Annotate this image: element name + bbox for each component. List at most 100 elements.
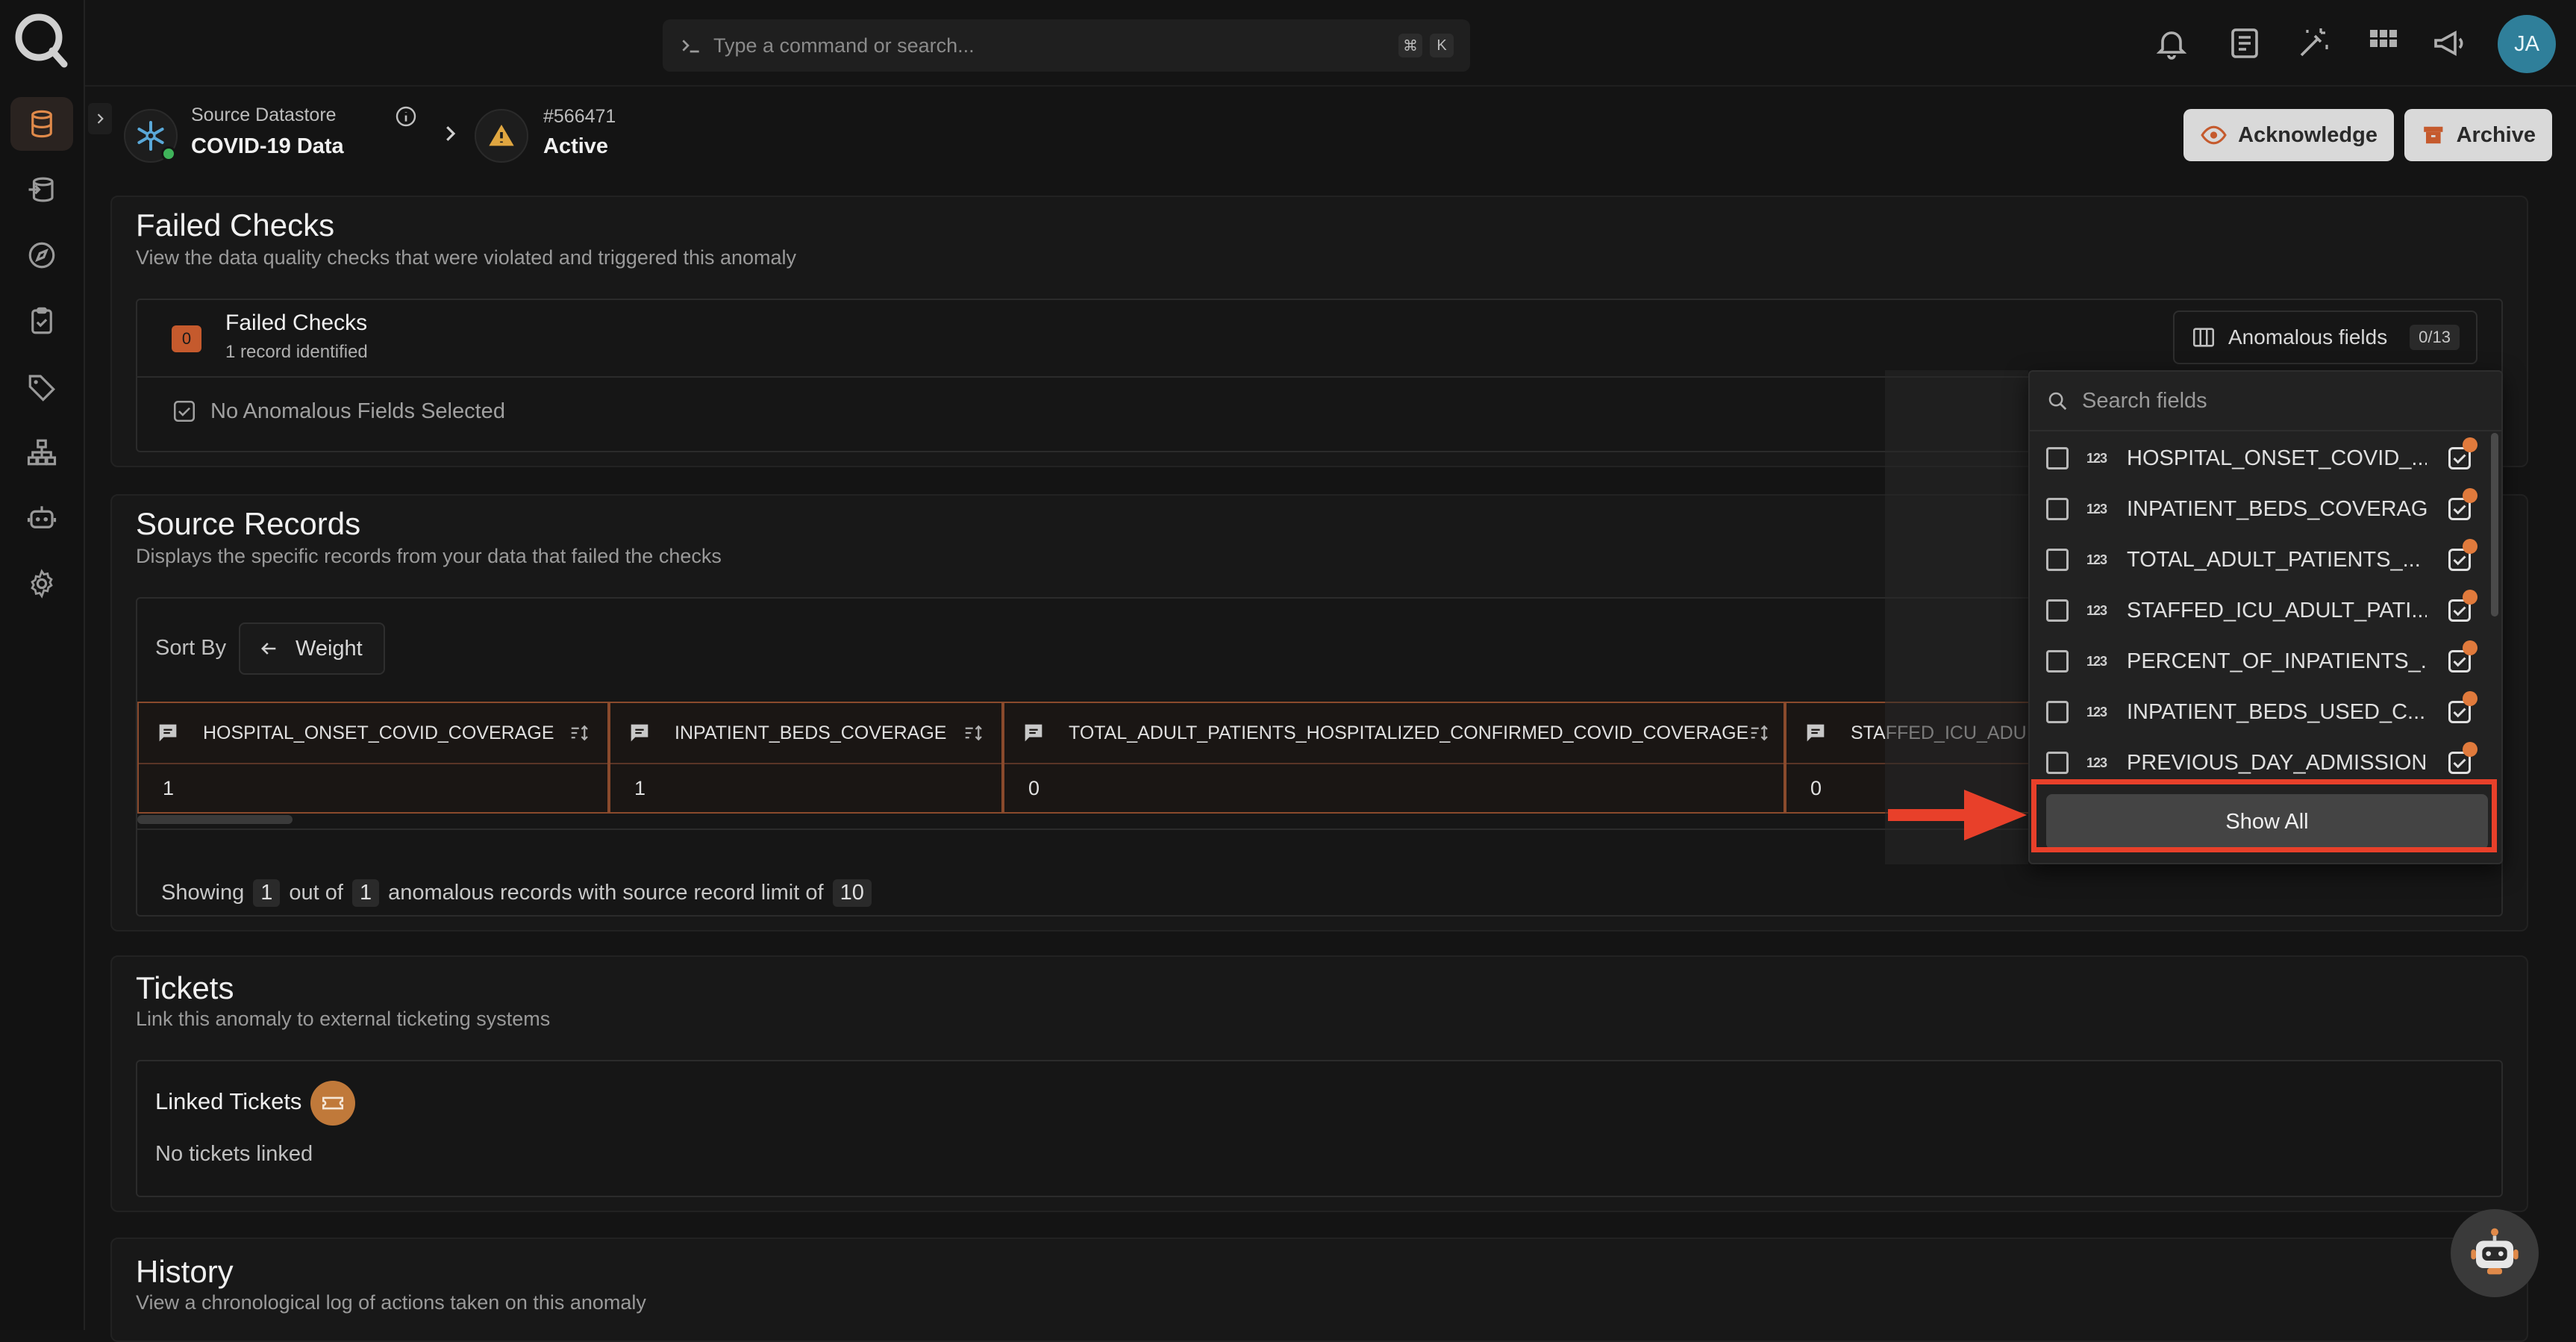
numeric-type-icon: 123 bbox=[2086, 653, 2107, 669]
summary-limit-chip: 10 bbox=[832, 879, 872, 907]
anomalous-fields-count: 0/13 bbox=[2410, 325, 2460, 350]
assistant-bot-button[interactable] bbox=[2451, 1209, 2539, 1297]
columns-icon bbox=[2192, 328, 2215, 347]
column-header[interactable]: INPATIENT_BEDS_COVERAGE bbox=[610, 703, 1001, 764]
failed-checks-box-title: Failed Checks bbox=[225, 310, 368, 335]
field-option[interactable]: 123 INPATIENT_BEDS_USED_C... bbox=[2030, 687, 2489, 737]
failed-check-icon bbox=[2446, 488, 2477, 522]
nav-flows-icon[interactable] bbox=[10, 425, 73, 479]
archive-icon bbox=[2424, 126, 2443, 144]
failed-check-icon bbox=[2446, 742, 2477, 776]
failed-check-icon bbox=[2446, 691, 2477, 725]
nav-explore-icon[interactable] bbox=[10, 228, 73, 282]
app-logo-icon[interactable] bbox=[10, 9, 70, 69]
table-column: TOTAL_ADULT_PATIENTS_HOSPITALIZED_CONFIR… bbox=[1003, 702, 1785, 814]
search-fields-placeholder: Search fields bbox=[2082, 388, 2207, 413]
anomaly-id: #566471 bbox=[543, 106, 616, 127]
acknowledge-button[interactable]: Acknowledge bbox=[2183, 109, 2394, 161]
field-name: HOSPITAL_ONSET_COVID_... bbox=[2127, 446, 2427, 470]
left-navigation bbox=[0, 0, 85, 1330]
field-name: PREVIOUS_DAY_ADMISSION... bbox=[2127, 750, 2427, 775]
field-checkbox[interactable] bbox=[2046, 549, 2069, 571]
failed-check-icon bbox=[2446, 590, 2477, 624]
failed-check-icon bbox=[2446, 640, 2477, 675]
failed-check-icon bbox=[2446, 539, 2477, 573]
column-header[interactable]: TOTAL_ADULT_PATIENTS_HOSPITALIZED_CONFIR… bbox=[1004, 703, 1783, 764]
sort-toggle-icon[interactable] bbox=[963, 722, 985, 744]
nav-datastores-icon[interactable] bbox=[10, 97, 73, 151]
checkbox-checked-icon bbox=[173, 400, 196, 422]
records-summary: Showing 1 out of 1 anomalous records wit… bbox=[161, 879, 872, 907]
ticket-icon[interactable] bbox=[310, 1081, 355, 1126]
magic-wand-icon[interactable] bbox=[2295, 25, 2331, 61]
connection-status-dot bbox=[161, 146, 176, 161]
section-title: Tickets bbox=[136, 970, 234, 1005]
expand-sidebar-chevron-icon[interactable] bbox=[88, 103, 112, 134]
datastore-label: Source Datastore bbox=[191, 104, 337, 125]
field-checkbox[interactable] bbox=[2046, 752, 2069, 774]
field-checkbox[interactable] bbox=[2046, 498, 2069, 520]
acknowledge-label: Acknowledge bbox=[2238, 122, 2378, 147]
terminal-icon bbox=[682, 40, 699, 53]
field-option[interactable]: 123 INPATIENT_BEDS_COVERAGE bbox=[2030, 484, 2489, 534]
notification-bell-icon[interactable] bbox=[2154, 25, 2189, 61]
nav-tags-icon[interactable] bbox=[10, 360, 73, 413]
section-title: Source Records bbox=[136, 506, 361, 541]
apps-grid-icon[interactable] bbox=[2366, 25, 2401, 61]
field-option[interactable]: 123 PERCENT_OF_INPATIENTS_... bbox=[2030, 636, 2489, 687]
archive-button[interactable]: Archive bbox=[2404, 109, 2552, 161]
horizontal-scrollbar[interactable] bbox=[137, 815, 293, 824]
datastore-name-link[interactable]: COVID-19 Data bbox=[191, 134, 344, 159]
section-title: Failed Checks bbox=[136, 207, 335, 243]
column-header[interactable]: HOSPITAL_ONSET_COVID_COVERAGE bbox=[139, 703, 607, 764]
field-checkbox[interactable] bbox=[2046, 701, 2069, 723]
announcements-megaphone-icon[interactable] bbox=[2431, 25, 2467, 61]
summary-total-chip: 1 bbox=[351, 879, 380, 907]
field-option[interactable]: 123 TOTAL_ADULT_PATIENTS_... bbox=[2030, 534, 2489, 585]
section-description: View a chronological log of actions take… bbox=[136, 1291, 646, 1314]
shortcut-key-cmd: ⌘ bbox=[1398, 34, 1422, 57]
summary-count-chip: 1 bbox=[253, 879, 281, 907]
anomaly-warning-icon bbox=[475, 109, 528, 163]
search-fields-input[interactable]: Search fields bbox=[2030, 372, 2501, 431]
nav-enrichment-icon[interactable] bbox=[10, 163, 73, 216]
numeric-type-icon: 123 bbox=[2086, 450, 2107, 466]
anomaly-status: Active bbox=[543, 134, 609, 158]
field-option[interactable]: 123 STAFFED_ICU_ADULT_PATI... bbox=[2030, 585, 2489, 636]
sort-toggle-icon[interactable] bbox=[1748, 722, 1771, 744]
summary-text: Showing bbox=[161, 881, 245, 905]
info-icon[interactable] bbox=[394, 104, 418, 128]
table-cell: 1 bbox=[163, 776, 175, 799]
field-name: STAFFED_ICU_ADULT_PATI... bbox=[2127, 598, 2427, 622]
failed-checks-count-badge: 0 bbox=[172, 325, 201, 352]
anomalous-fields-button[interactable]: Anomalous fields 0/13 bbox=[2173, 310, 2477, 364]
nav-checks-icon[interactable] bbox=[10, 294, 73, 348]
field-option[interactable]: 123 HOSPITAL_ONSET_COVID_... bbox=[2030, 433, 2489, 484]
field-checkbox[interactable] bbox=[2046, 650, 2069, 672]
nav-settings-icon[interactable] bbox=[10, 557, 73, 611]
nav-agents-icon[interactable] bbox=[10, 491, 73, 545]
sort-toggle-icon[interactable] bbox=[569, 722, 591, 744]
dropdown-scrollbar[interactable] bbox=[2491, 433, 2498, 617]
field-checkbox[interactable] bbox=[2046, 447, 2069, 469]
records-identified: 1 record identified bbox=[225, 342, 368, 362]
numeric-type-icon: 123 bbox=[2086, 704, 2107, 720]
field-checkbox[interactable] bbox=[2046, 599, 2069, 622]
section-description: Displays the specific records from your … bbox=[136, 545, 722, 567]
arrow-left-icon bbox=[261, 643, 276, 655]
numeric-type-icon: 123 bbox=[2086, 552, 2107, 567]
section-description: View the data quality checks that were v… bbox=[136, 246, 797, 269]
numeric-type-icon: 123 bbox=[2086, 501, 2107, 516]
sort-weight-button[interactable]: Weight bbox=[239, 622, 385, 675]
documentation-icon[interactable] bbox=[2227, 25, 2263, 61]
table-cell: 1 bbox=[634, 776, 646, 799]
no-anomalous-fields-text: No Anomalous Fields Selected bbox=[210, 399, 505, 423]
command-search-input[interactable]: Type a command or search... ⌘ K bbox=[663, 19, 1470, 72]
text-type-icon bbox=[1807, 724, 1825, 742]
user-avatar[interactable]: JA bbox=[2498, 15, 2556, 73]
field-name: PERCENT_OF_INPATIENTS_... bbox=[2127, 649, 2427, 673]
numeric-type-icon: 123 bbox=[2086, 755, 2107, 770]
annotation-highlight-box bbox=[2031, 779, 2497, 852]
field-name: INPATIENT_BEDS_COVERAGE bbox=[2127, 496, 2427, 521]
summary-text: anomalous records with source record lim… bbox=[388, 881, 824, 905]
